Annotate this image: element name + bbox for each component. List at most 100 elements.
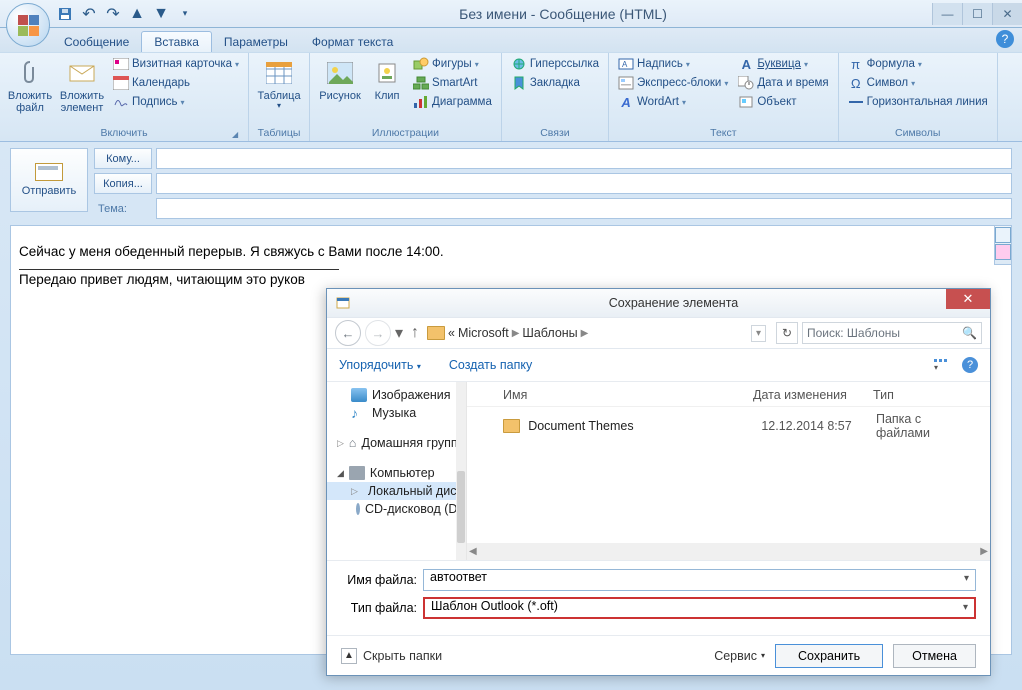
help-button[interactable]: ?: [962, 357, 978, 373]
tree-item-music[interactable]: ♪Музыка: [327, 404, 466, 422]
clipart-button[interactable]: Клип: [368, 55, 406, 104]
previous-icon[interactable]: ▲: [128, 5, 146, 23]
hyperlink-button[interactable]: Гиперссылка: [508, 55, 602, 73]
calendar-icon: [113, 75, 129, 91]
datetime-button[interactable]: Дата и время: [735, 74, 831, 92]
filetype-select[interactable]: Шаблон Outlook (*.oft)▾: [423, 597, 976, 619]
file-list-header[interactable]: Имя Дата изменения Тип: [467, 382, 990, 407]
save-button[interactable]: Сохранить: [775, 644, 883, 668]
table-button[interactable]: Таблица▾: [255, 55, 303, 113]
tab-insert[interactable]: Вставка: [141, 31, 212, 52]
tab-options[interactable]: Параметры: [212, 32, 300, 52]
back-button[interactable]: ←: [335, 320, 361, 346]
dialog-close-button[interactable]: ✕: [946, 289, 990, 309]
ruler-icon[interactable]: [995, 227, 1011, 243]
group-links: Гиперссылка Закладка Связи: [502, 53, 609, 141]
hand-icon[interactable]: [995, 244, 1011, 260]
minimize-button[interactable]: —: [932, 3, 962, 25]
group-tables: Таблица▾ Таблицы: [249, 53, 310, 141]
quickparts-button[interactable]: Экспресс-блоки▾: [615, 74, 731, 92]
business-card-button[interactable]: Визитная карточка▾: [110, 55, 242, 73]
paperclip-icon: [16, 59, 44, 87]
textbox-button[interactable]: AНадпись▾: [615, 55, 731, 73]
cancel-button[interactable]: Отмена: [893, 644, 976, 668]
qat-customize-icon[interactable]: ▾: [176, 5, 194, 23]
chart-icon: [413, 94, 429, 110]
to-field[interactable]: [156, 148, 1012, 169]
newfolder-button[interactable]: Создать папку: [449, 358, 532, 372]
organize-button[interactable]: Упорядочить ▾: [339, 358, 421, 372]
homegroup-icon: ⌂: [349, 436, 357, 450]
side-ruler: [994, 225, 1012, 265]
equation-icon: π: [848, 56, 864, 72]
group-illustrations: Рисунок Клип Фигуры▾ SmartArt Диаграмма …: [310, 53, 502, 141]
send-button[interactable]: Отправить: [10, 148, 88, 212]
filename-input[interactable]: автоответ▾: [423, 569, 976, 591]
up-button[interactable]: ↑: [411, 324, 419, 342]
tab-message[interactable]: Сообщение: [52, 32, 141, 52]
column-date[interactable]: Дата изменения: [753, 388, 873, 402]
dialog-body: Изображения ♪Музыка ▷⌂Домашняя группа ◢К…: [327, 382, 990, 560]
group-symbols: πФормула▾ ΩСимвол▾ Горизонтальная линия …: [839, 53, 998, 141]
dropcap-button[interactable]: AБуквица▾: [735, 55, 831, 73]
send-icon: [35, 163, 63, 181]
hide-folders-button[interactable]: ▲Скрыть папки: [341, 648, 442, 664]
tree-scrollbar[interactable]: [456, 382, 466, 560]
search-input[interactable]: Поиск: Шаблоны🔍: [802, 322, 982, 344]
bookmark-button[interactable]: Закладка: [508, 74, 602, 92]
file-list[interactable]: Имя Дата изменения Тип Document Themes 1…: [467, 382, 990, 560]
signature-button[interactable]: Подпись▾: [110, 93, 242, 111]
clipart-icon: [373, 59, 401, 87]
smartart-button[interactable]: SmartArt: [410, 74, 495, 92]
redo-icon[interactable]: ↷: [104, 5, 122, 23]
column-name[interactable]: Имя: [503, 388, 753, 402]
card-icon: [113, 56, 129, 72]
picture-button[interactable]: Рисунок: [316, 55, 364, 104]
file-list-hscroll[interactable]: ◀▶: [467, 543, 990, 560]
group-include: Вложить файл Вложить элемент Визитная ка…: [0, 53, 249, 141]
tree-item-cddrive[interactable]: CD-дисковод (D:: [327, 500, 466, 518]
tools-button[interactable]: Сервис ▾: [714, 649, 765, 663]
equation-button[interactable]: πФормула▾: [845, 55, 991, 73]
hline-button[interactable]: Горизонтальная линия: [845, 93, 991, 111]
subject-field[interactable]: [156, 198, 1012, 219]
folder-tree[interactable]: Изображения ♪Музыка ▷⌂Домашняя группа ◢К…: [327, 382, 467, 560]
refresh-button[interactable]: ↻: [776, 322, 798, 344]
close-button[interactable]: ✕: [992, 3, 1022, 25]
wordart-button[interactable]: AWordArt▾: [615, 93, 731, 111]
view-button[interactable]: ▾: [934, 359, 948, 372]
object-icon: [738, 94, 754, 110]
undo-icon[interactable]: ↶: [80, 5, 98, 23]
to-button[interactable]: Кому...: [94, 148, 152, 169]
office-button[interactable]: [6, 3, 50, 47]
tree-item-localdisk[interactable]: ▷Локальный диск: [327, 482, 466, 500]
tree-item-computer[interactable]: ◢Компьютер: [327, 464, 466, 482]
tree-item-homegroup[interactable]: ▷⌂Домашняя группа: [327, 434, 466, 452]
dialog-nav: ← → ▾ ↑ « Microsoft▶ Шаблоны▶ ▾ ↻ Поиск:…: [327, 317, 990, 349]
next-icon[interactable]: ▼: [152, 5, 170, 23]
save-as-dialog: Сохранение элемента ✕ ← → ▾ ↑ « Microsof…: [326, 288, 991, 676]
breadcrumb[interactable]: « Microsoft▶ Шаблоны▶ ▾: [427, 325, 766, 342]
file-row-document-themes[interactable]: Document Themes 12.12.2014 8:57 Папка с …: [467, 407, 990, 445]
bookmark-icon: [511, 75, 527, 91]
dialog-launcher-icon[interactable]: ◢: [230, 130, 240, 140]
cc-button[interactable]: Копия...: [94, 173, 152, 194]
calendar-button[interactable]: Календарь: [110, 74, 242, 92]
recent-dropdown-icon[interactable]: ▾: [395, 323, 403, 343]
search-icon: 🔍: [962, 326, 977, 340]
save-icon[interactable]: [56, 5, 74, 23]
chart-button[interactable]: Диаграмма: [410, 93, 495, 111]
cc-field[interactable]: [156, 173, 1012, 194]
maximize-button[interactable]: ☐: [962, 3, 992, 25]
symbol-button[interactable]: ΩСимвол▾: [845, 74, 991, 92]
tab-format[interactable]: Формат текста: [300, 32, 405, 52]
tree-item-images[interactable]: Изображения: [327, 386, 466, 404]
attach-item-button[interactable]: Вложить элемент: [58, 55, 106, 116]
window-controls: — ☐ ✕: [932, 3, 1022, 25]
help-icon[interactable]: ?: [996, 30, 1014, 48]
column-type[interactable]: Тип: [873, 388, 974, 402]
attach-file-button[interactable]: Вложить файл: [6, 55, 54, 116]
object-button[interactable]: Объект: [735, 93, 831, 111]
forward-button[interactable]: →: [365, 320, 391, 346]
shapes-button[interactable]: Фигуры▾: [410, 55, 495, 73]
